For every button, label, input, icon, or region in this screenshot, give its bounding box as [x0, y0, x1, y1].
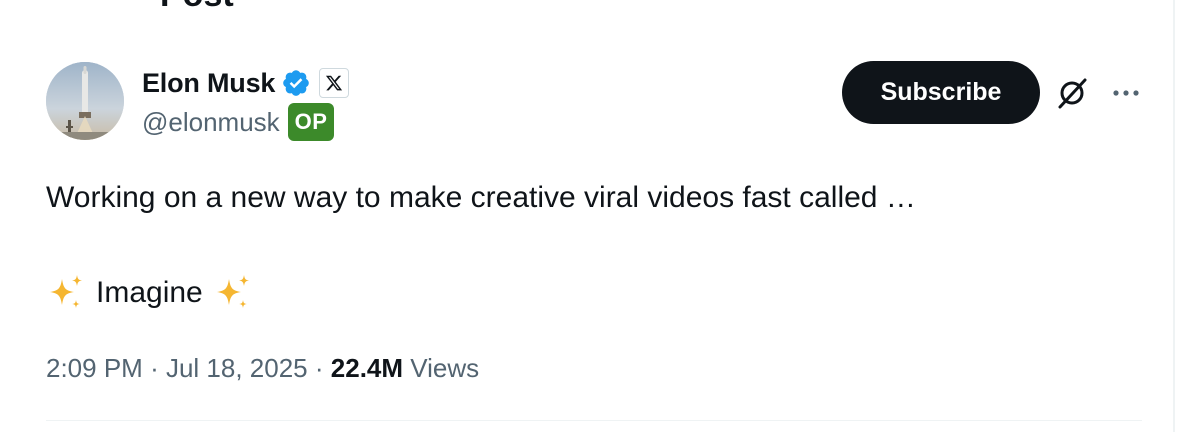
subscribe-button[interactable]: Subscribe [842, 61, 1040, 124]
more-options-icon[interactable] [1108, 78, 1144, 108]
column-border [1173, 0, 1175, 432]
tweet-meta: 2:09 PM · Jul 18, 2025 · 22.4M Views [46, 348, 479, 388]
author-name-row: Elon Musk [142, 66, 350, 100]
meta-separator: · [314, 353, 324, 383]
author-display-name[interactable]: Elon Musk [142, 68, 275, 99]
divider [46, 420, 1142, 421]
rocket-avatar-icon [46, 62, 124, 140]
verified-badge-icon[interactable] [281, 68, 311, 98]
tweet-text-line-1: Working on a new way to make creative vi… [46, 181, 916, 214]
avatar[interactable] [46, 62, 124, 140]
page-header-title: Post [160, 0, 234, 12]
tweet-time[interactable]: 2:09 PM [46, 353, 143, 383]
author-handle-row: @elonmusk OP [142, 102, 335, 142]
sparkles-icon [213, 273, 253, 313]
meta-separator: · [150, 353, 159, 383]
x-logo-icon[interactable] [319, 68, 350, 98]
sparkles-icon [46, 273, 86, 313]
views-label: Views [410, 353, 480, 383]
tweet-imagine-text: Imagine [96, 276, 203, 309]
tweet-text-line-2: Imagine [46, 271, 253, 315]
views-count: 22.4M [330, 353, 404, 383]
tweet-detail-view: Post Elon Musk [0, 0, 1199, 432]
author-handle[interactable]: @elonmusk [142, 107, 280, 138]
grok-icon[interactable] [1055, 76, 1089, 110]
op-badge: OP [287, 103, 335, 141]
tweet-date[interactable]: Jul 18, 2025 [166, 353, 308, 383]
